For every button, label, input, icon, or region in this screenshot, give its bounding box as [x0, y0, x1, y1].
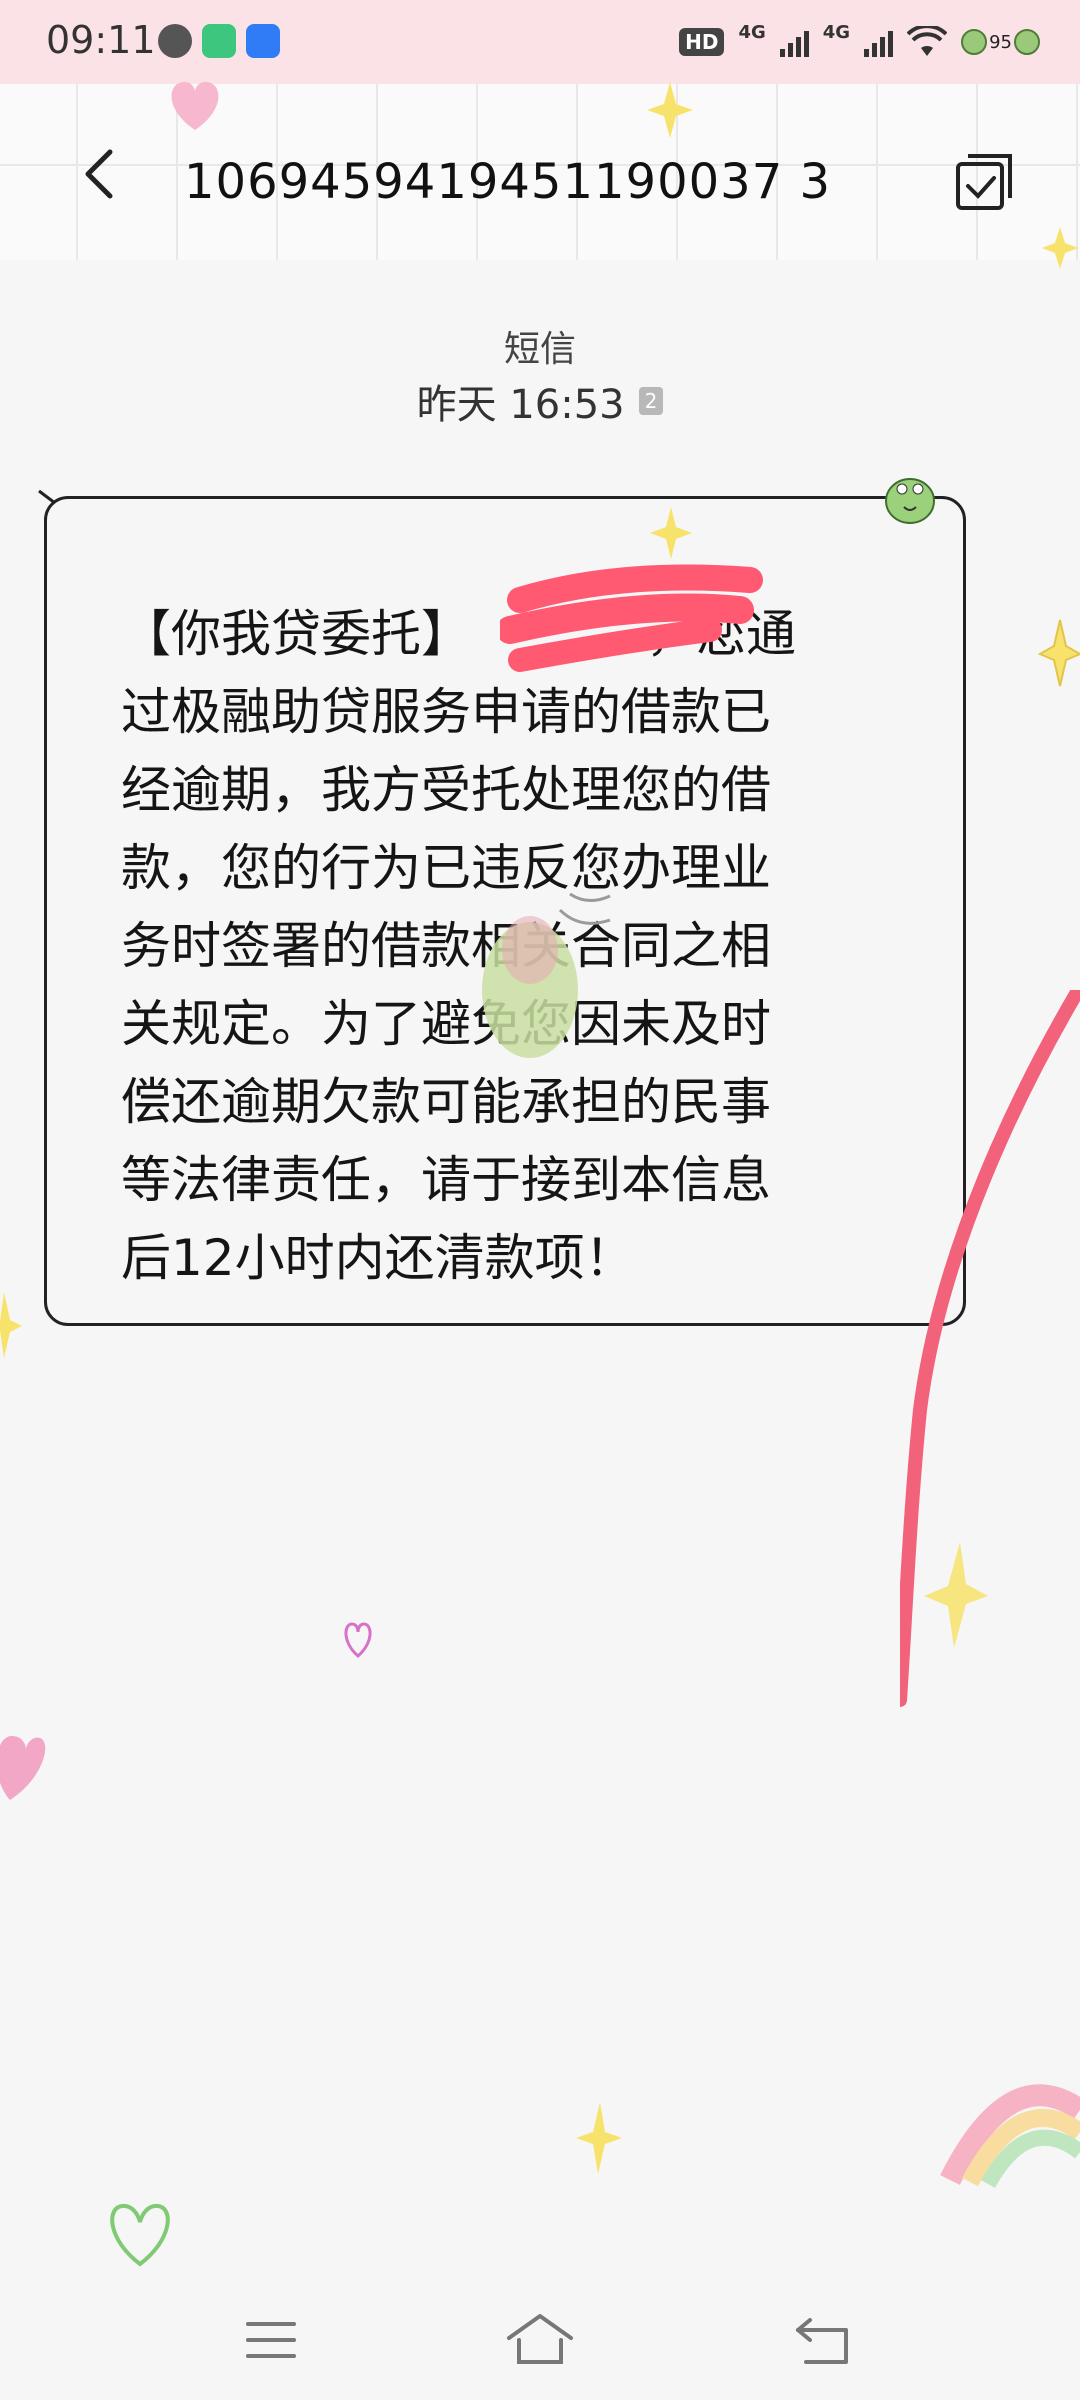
star-decoration-icon	[576, 2102, 622, 2174]
multi-select-icon[interactable]	[952, 150, 1016, 214]
heart-outline-decoration-icon	[110, 2203, 170, 2267]
page-title: 1069459419451190037 3	[184, 154, 832, 210]
bubble-tail-icon	[38, 489, 56, 505]
video-app-icon	[202, 24, 236, 58]
message-type-label: 短信	[503, 329, 576, 370]
status-bar: 09:11 HD 4G 4G 95	[0, 0, 1080, 84]
heart-decoration-icon	[0, 1736, 46, 1800]
heart-decoration-icon	[171, 81, 219, 130]
network-label-2: 4G	[822, 21, 851, 43]
battery-level: 95	[989, 31, 1012, 53]
status-time: 09:11	[46, 18, 156, 62]
star-decoration-icon	[650, 507, 692, 559]
message-timestamp-row: 昨天 16:53 2	[0, 372, 1080, 430]
pink-line-decoration	[900, 990, 1080, 1707]
message-line: 后12小时内还清款项！	[121, 1229, 635, 1287]
wifi-icon	[907, 26, 948, 56]
message-timestamp: 昨天 16:53	[416, 382, 625, 428]
network-label-1: 4G	[738, 21, 766, 43]
search-app-icon	[246, 24, 280, 58]
speedometer-icon	[158, 24, 192, 58]
back-arrow-icon[interactable]	[70, 144, 130, 204]
menu-icon[interactable]	[236, 2310, 306, 2370]
home-icon[interactable]	[505, 2310, 575, 2370]
navigation-bar	[0, 2270, 1080, 2400]
heart-outline-decoration-icon	[344, 1622, 372, 1658]
rainbow-decoration-icon	[940, 2084, 1080, 2188]
signal-icon-1	[779, 27, 809, 57]
star-decoration-icon	[1037, 619, 1080, 687]
status-indicators: HD 4G 4G 95	[679, 20, 1040, 64]
conversation-header: 1069459419451190037 3	[0, 84, 1080, 260]
signal-icon-2	[864, 27, 894, 57]
dinosaur-sticker-icon	[482, 892, 611, 1058]
redaction-scribble	[500, 564, 763, 672]
star-decoration-icon	[1042, 227, 1078, 269]
return-icon[interactable]	[790, 2310, 860, 2370]
message-line: 经逾期，我方受托处理您的借	[121, 761, 771, 819]
star-decoration-icon	[0, 1292, 22, 1358]
frog-sticker-icon	[885, 478, 935, 524]
sim-slot-badge: 2	[638, 387, 664, 415]
hd-badge: HD	[679, 28, 725, 56]
battery-icon: 95	[961, 29, 1040, 55]
star-decoration-icon	[647, 82, 693, 138]
message-line: 等法律责任，请于接到本信息	[121, 1151, 771, 1209]
